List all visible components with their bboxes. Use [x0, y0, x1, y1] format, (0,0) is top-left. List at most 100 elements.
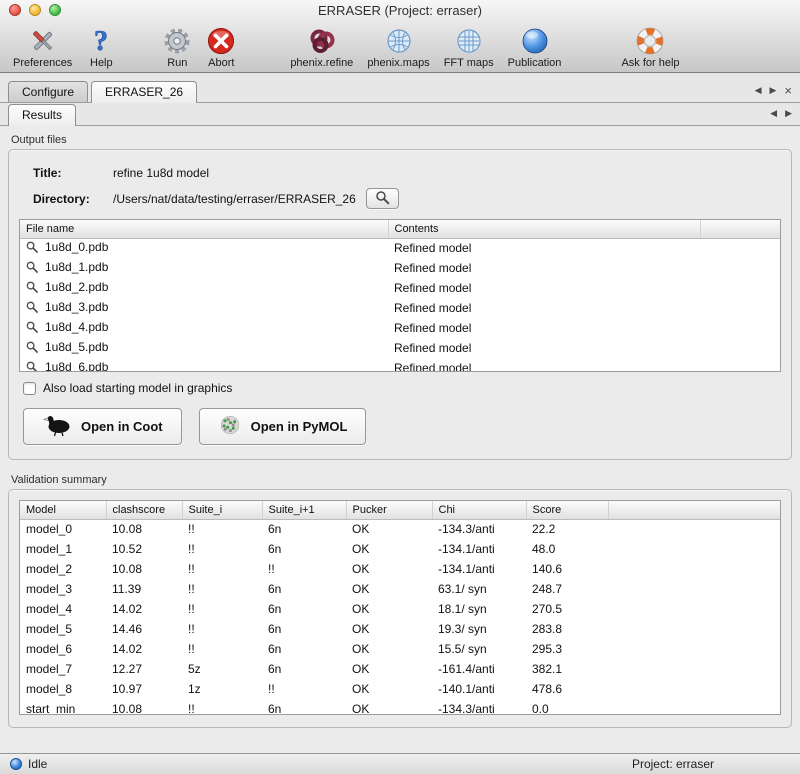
lifebuoy-icon	[635, 24, 665, 57]
toolbar-button-fft-maps[interactable]: FFT maps	[437, 24, 501, 69]
sub-tab-bar: Results ◀ ▶	[0, 103, 800, 126]
file-contents: Refined model	[388, 338, 700, 358]
validation-row[interactable]: model_0 10.08 !! 6n OK -134.3/anti 22.2	[20, 519, 780, 539]
file-row[interactable]: 1u8d_1.pdb Refined model	[20, 258, 780, 278]
abort-x-icon	[206, 24, 236, 57]
close-button[interactable]	[9, 4, 21, 16]
validation-row[interactable]: model_7 12.27 5z 6n OK -161.4/anti 382.1	[20, 659, 780, 679]
toolbar-button-publication[interactable]: Publication	[501, 24, 569, 69]
tab-close-icon[interactable]: ×	[784, 86, 792, 95]
file-name: 1u8d_6.pdb	[45, 360, 108, 371]
cell-score: 248.7	[526, 579, 608, 599]
cell-suite-i: !!	[182, 579, 262, 599]
main-tab-bar: Configure ERRASER_26 ◀ ▶ ×	[0, 73, 800, 103]
results-panel: Output files Title: refine 1u8d model Di…	[0, 134, 800, 728]
open-in-pymol-button[interactable]: Open in PyMOL	[199, 408, 367, 445]
directory-value: /Users/nat/data/testing/erraser/ERRASER_…	[113, 192, 356, 206]
directory-field-row: Directory: /Users/nat/data/testing/erras…	[33, 188, 781, 209]
file-name: 1u8d_0.pdb	[45, 240, 108, 254]
validation-table-body: model_0 10.08 !! 6n OK -134.3/anti 22.2	[20, 519, 780, 714]
column-header-chi[interactable]: Chi	[432, 501, 526, 519]
validation-row[interactable]: model_2 10.08 !! !! OK -134.1/anti 140.6	[20, 559, 780, 579]
traffic-lights	[9, 4, 61, 16]
zoom-button[interactable]	[49, 4, 61, 16]
validation-row[interactable]: model_8 10.97 1z !! OK -140.1/anti 478.6	[20, 679, 780, 699]
cell-suite-i: !!	[182, 699, 262, 714]
toolbar-button-preferences[interactable]: Preferences	[6, 24, 79, 69]
fft-maps-grid-icon	[454, 24, 484, 57]
toolbar-label-phenix-refine: phenix.refine	[290, 57, 353, 69]
cell-pucker: OK	[346, 579, 432, 599]
cell-suite-i: 1z	[182, 679, 262, 699]
cell-suite-i1: 6n	[262, 519, 346, 539]
cell-suite-i1: !!	[262, 559, 346, 579]
cell-suite-i1: 6n	[262, 539, 346, 559]
file-table-header-row: File name Contents	[20, 220, 780, 238]
toolbar-button-abort[interactable]: Abort	[199, 24, 243, 69]
cell-pucker: OK	[346, 679, 432, 699]
cell-suite-i: !!	[182, 519, 262, 539]
browse-directory-button[interactable]	[366, 188, 399, 209]
cell-clashscore: 12.27	[106, 659, 182, 679]
toolbar-button-phenix-refine[interactable]: phenix.refine	[283, 24, 360, 69]
toolbar-label-fft-maps: FFT maps	[444, 57, 494, 69]
cell-suite-i: !!	[182, 619, 262, 639]
column-header-suite-i1[interactable]: Suite_i+1	[262, 501, 346, 519]
load-starting-model-checkbox[interactable]	[23, 382, 36, 395]
tab-results[interactable]: Results	[8, 104, 76, 126]
column-header-file-name[interactable]: File name	[20, 220, 388, 238]
cell-clashscore: 10.97	[106, 679, 182, 699]
toolbar-button-phenix-maps[interactable]: phenix.maps	[360, 24, 436, 69]
file-row[interactable]: 1u8d_2.pdb Refined model	[20, 278, 780, 298]
tab-configure[interactable]: Configure	[8, 81, 88, 102]
cell-pucker: OK	[346, 699, 432, 714]
cell-suite-i1: 6n	[262, 619, 346, 639]
toolbar-button-ask-for-help[interactable]: Ask for help	[614, 24, 686, 69]
tab-scroll-left-icon[interactable]: ◀	[755, 86, 762, 95]
file-row[interactable]: 1u8d_4.pdb Refined model	[20, 318, 780, 338]
column-header-model[interactable]: Model	[20, 501, 106, 519]
cell-chi: 15.5/ syn	[432, 639, 526, 659]
preferences-tools-icon	[28, 24, 58, 57]
cell-pucker: OK	[346, 639, 432, 659]
file-row[interactable]: 1u8d_0.pdb Refined model	[20, 238, 780, 258]
cell-suite-i1: 6n	[262, 599, 346, 619]
validation-row[interactable]: model_3 11.39 !! 6n OK 63.1/ syn 248.7	[20, 579, 780, 599]
file-name: 1u8d_4.pdb	[45, 320, 108, 334]
titlebar: ERRASER (Project: erraser)	[0, 0, 800, 22]
validation-row[interactable]: start_min 10.08 !! 6n OK -134.3/anti 0.0	[20, 699, 780, 714]
toolbar-button-run[interactable]: Run	[155, 24, 199, 69]
open-buttons-row: Open in Coot	[23, 408, 781, 445]
output-files-table: File name Contents	[19, 219, 781, 372]
tab-scroll-right-icon[interactable]: ▶	[769, 86, 776, 95]
toolbar-label-run: Run	[167, 57, 187, 69]
cell-model: model_4	[20, 599, 106, 619]
title-field-row: Title: refine 1u8d model	[33, 166, 781, 180]
column-header-contents[interactable]: Contents	[388, 220, 700, 238]
tab-erraser-26[interactable]: ERRASER_26	[91, 81, 197, 103]
file-row[interactable]: 1u8d_6.pdb Refined model	[20, 358, 780, 371]
validation-row[interactable]: model_4 14.02 !! 6n OK 18.1/ syn 270.5	[20, 599, 780, 619]
validation-row[interactable]: model_5 14.46 !! 6n OK 19.3/ syn 283.8	[20, 619, 780, 639]
subtab-scroll-right-icon[interactable]: ▶	[785, 109, 792, 118]
open-in-coot-button[interactable]: Open in Coot	[23, 408, 182, 445]
sub-tab-controls: ◀ ▶	[770, 109, 792, 118]
cell-suite-i1: 6n	[262, 579, 346, 599]
minimize-button[interactable]	[29, 4, 41, 16]
column-header-score[interactable]: Score	[526, 501, 608, 519]
output-files-group: Title: refine 1u8d model Directory: /Use…	[8, 149, 792, 460]
column-header-pucker[interactable]: Pucker	[346, 501, 432, 519]
column-header-suite-i[interactable]: Suite_i	[182, 501, 262, 519]
load-starting-model-row: Also load starting model in graphics	[23, 381, 781, 395]
directory-label: Directory:	[33, 192, 113, 206]
subtab-scroll-left-icon[interactable]: ◀	[770, 109, 777, 118]
cell-suite-i: !!	[182, 639, 262, 659]
cell-suite-i1: 6n	[262, 699, 346, 714]
column-header-clashscore[interactable]: clashscore	[106, 501, 182, 519]
validation-row[interactable]: model_6 14.02 !! 6n OK 15.5/ syn 295.3	[20, 639, 780, 659]
file-row[interactable]: 1u8d_5.pdb Refined model	[20, 338, 780, 358]
validation-row[interactable]: model_1 10.52 !! 6n OK -134.1/anti 48.0	[20, 539, 780, 559]
toolbar-label-phenix-maps: phenix.maps	[367, 57, 429, 69]
toolbar-button-help[interactable]: ? Help	[79, 24, 123, 69]
file-row[interactable]: 1u8d_3.pdb Refined model	[20, 298, 780, 318]
